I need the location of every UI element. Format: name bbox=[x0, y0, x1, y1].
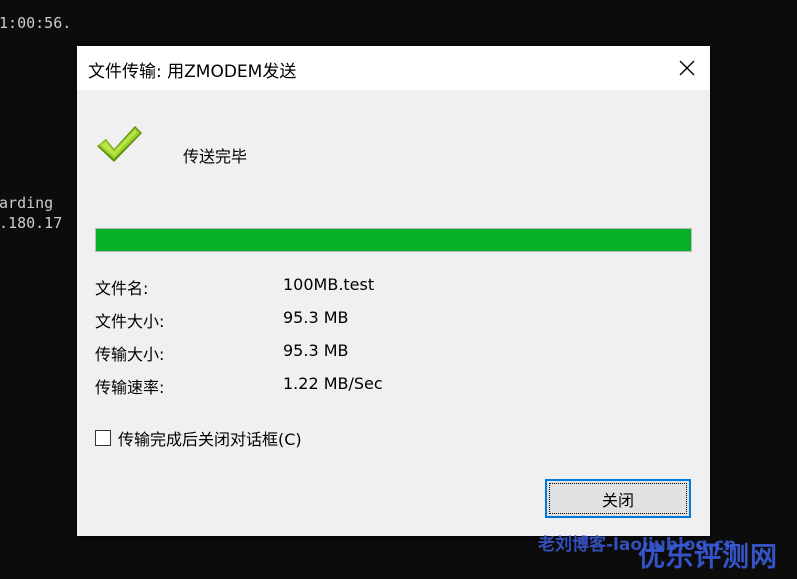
close-icon[interactable] bbox=[664, 46, 710, 90]
filesize-value: 95.3 MB bbox=[283, 308, 349, 327]
filesize-label: 文件大小: bbox=[95, 312, 165, 331]
filename-value: 100MB.test bbox=[283, 275, 375, 294]
close-on-complete-label[interactable]: 传输完成后关闭对话框(C) bbox=[118, 426, 302, 450]
close-button[interactable]: 关闭 bbox=[545, 479, 691, 518]
filename-label: 文件名: bbox=[95, 279, 149, 298]
dialog-titlebar[interactable]: 文件传输: 用ZMODEM发送 bbox=[77, 46, 710, 90]
dialog-title: 文件传输: 用ZMODEM发送 bbox=[88, 62, 297, 82]
speed-label: 传输速率: bbox=[95, 378, 165, 397]
transfer-status: 传送完毕 bbox=[183, 147, 248, 166]
close-on-complete-checkbox[interactable] bbox=[95, 430, 111, 446]
terminal-line: 11:00:56. bbox=[0, 14, 72, 32]
transferred-value: 95.3 MB bbox=[283, 341, 349, 360]
progress-bar-fill bbox=[96, 229, 691, 251]
transferred-label: 传输大小: bbox=[95, 345, 165, 364]
terminal-line: 0.180.17 bbox=[0, 214, 63, 232]
close-on-complete-option[interactable]: 传输完成后关闭对话框(C) bbox=[95, 426, 302, 450]
speed-value: 1.22 MB/Sec bbox=[283, 374, 383, 393]
file-transfer-dialog: 文件传输: 用ZMODEM发送 传送完毕 文件名: 100MB.test 文件大… bbox=[77, 46, 710, 536]
focus-ring bbox=[549, 483, 687, 514]
checkmark-icon bbox=[95, 124, 145, 166]
terminal-line: warding bbox=[0, 194, 54, 212]
progress-bar bbox=[95, 228, 692, 252]
